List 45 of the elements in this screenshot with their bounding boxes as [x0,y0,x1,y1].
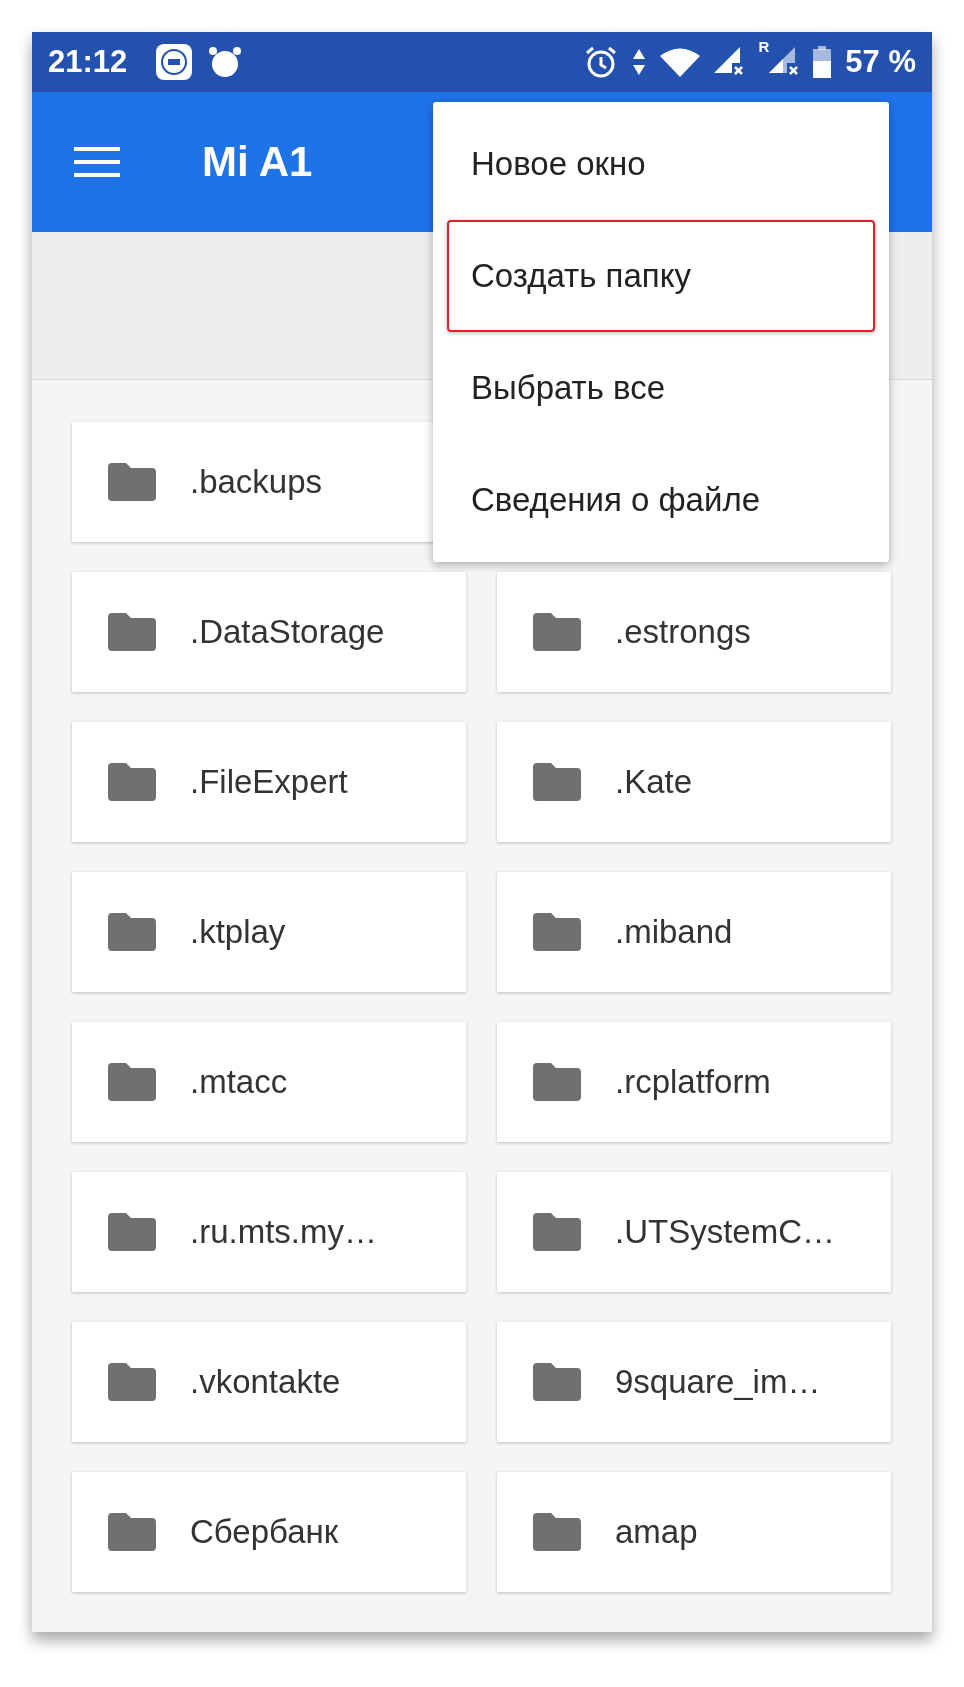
folder-item[interactable]: .vkontakte [72,1322,466,1442]
folder-icon [108,463,156,501]
folder-item[interactable]: .UTSystemC… [497,1172,891,1292]
menu-icon [74,146,120,178]
folder-icon [108,763,156,801]
folder-icon [108,1513,156,1551]
folder-icon [533,913,581,951]
data-arrows-icon [632,47,647,77]
battery-percent: 57 % [845,44,916,80]
wifi-icon [660,47,701,77]
folder-icon [108,913,156,951]
folder-item[interactable]: .DataStorage [72,572,466,692]
folder-item[interactable]: .Kate [497,722,891,842]
menu-button[interactable] [74,146,120,178]
mi-app-icon [155,43,194,81]
app-title: Mi A1 [202,138,313,186]
signal-icon [714,47,745,77]
battery-icon [813,46,832,78]
alarm-icon [207,44,244,80]
folder-item[interactable]: 9square_im… [497,1322,891,1442]
signal-icon [769,47,800,77]
folder-item[interactable]: .rcplatform [497,1022,891,1142]
roaming-indicator: R [758,38,770,55]
folder-item[interactable]: amap [497,1472,891,1592]
folder-item[interactable]: Сбербанк [72,1472,466,1592]
folder-item[interactable]: .ktplay [72,872,466,992]
folder-icon [533,1063,581,1101]
folder-icon [108,1363,156,1401]
folder-icon [533,1513,581,1551]
folder-icon [108,1213,156,1251]
folder-icon [533,1213,581,1251]
folder-icon [533,1363,581,1401]
folder-item[interactable]: .mtacc [72,1022,466,1142]
menu-item[interactable]: Новое окно [447,108,875,220]
folder-icon [533,613,581,651]
folder-item[interactable]: .ru.mts.my… [72,1172,466,1292]
folder-item[interactable]: .FileExpert [72,722,466,842]
folder-icon [533,763,581,801]
alarm-clock-icon [584,45,619,79]
folder-item[interactable]: .estrongs [497,572,891,692]
folder-item[interactable]: .miband [497,872,891,992]
folder-icon [108,613,156,651]
menu-item[interactable]: Создать папку [447,220,875,332]
folder-icon [108,1063,156,1101]
clock-time: 21:12 [48,44,128,80]
